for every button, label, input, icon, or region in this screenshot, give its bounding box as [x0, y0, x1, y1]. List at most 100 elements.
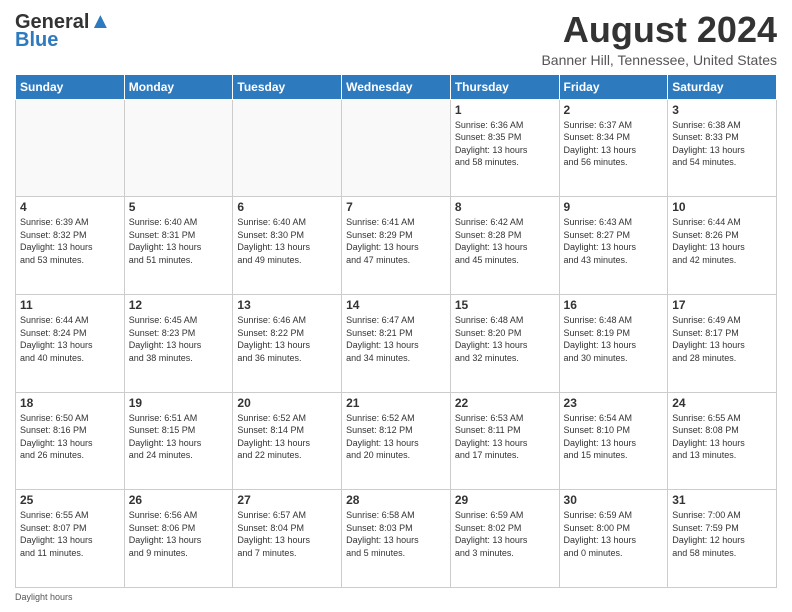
week-row-3: 11Sunrise: 6:44 AM Sunset: 8:24 PM Dayli…: [16, 294, 777, 392]
day-number: 26: [129, 493, 229, 507]
page: General▲ Blue August 2024 Banner Hill, T…: [0, 0, 792, 612]
logo: General▲ Blue: [15, 10, 111, 50]
day-number: 7: [346, 200, 446, 214]
day-info: Sunrise: 6:57 AM Sunset: 8:04 PM Dayligh…: [237, 509, 337, 559]
title-block: August 2024 Banner Hill, Tennessee, Unit…: [541, 10, 777, 68]
location: Banner Hill, Tennessee, United States: [541, 52, 777, 68]
day-number: 14: [346, 298, 446, 312]
day-cell: 20 Sunrise: 6:52 AM Sunset: 8:14 PM Dayli…: [233, 392, 342, 490]
col-header-monday: Monday: [124, 74, 233, 99]
day-number: 4: [20, 200, 120, 214]
day-info: Sunrise: 6:45 AM Sunset: 8:23 PM Dayligh…: [129, 314, 229, 364]
day-cell: [233, 99, 342, 197]
day-cell: [124, 99, 233, 197]
day-cell: [342, 99, 451, 197]
day-info: Sunrise: 6:46 AM Sunset: 8:22 PM Dayligh…: [237, 314, 337, 364]
day-number: 22: [455, 396, 555, 410]
col-header-saturday: Saturday: [668, 74, 777, 99]
day-number: 12: [129, 298, 229, 312]
day-info: Sunrise: 6:47 AM Sunset: 8:21 PM Dayligh…: [346, 314, 446, 364]
day-cell: 30 Sunrise: 6:59 AM Sunset: 8:00 PM Dayli…: [559, 490, 668, 588]
day-number: 5: [129, 200, 229, 214]
day-info: Sunrise: 6:48 AM Sunset: 8:19 PM Dayligh…: [564, 314, 664, 364]
day-cell: 2 Sunrise: 6:37 AM Sunset: 8:34 PM Daylig…: [559, 99, 668, 197]
day-number: 20: [237, 396, 337, 410]
day-cell: 19 Sunrise: 6:51 AM Sunset: 8:15 PM Dayli…: [124, 392, 233, 490]
week-row-2: 4 Sunrise: 6:39 AM Sunset: 8:32 PM Daylig…: [16, 197, 777, 295]
week-row-4: 18 Sunrise: 6:50 AM Sunset: 8:16 PM Dayli…: [16, 392, 777, 490]
day-cell: 21Sunrise: 6:52 AM Sunset: 8:12 PM Dayli…: [342, 392, 451, 490]
day-number: 11: [20, 298, 120, 312]
calendar-header-row: SundayMondayTuesdayWednesdayThursdayFrid…: [16, 74, 777, 99]
day-cell: 13 Sunrise: 6:46 AM Sunset: 8:22 PM Dayli…: [233, 294, 342, 392]
day-info: Sunrise: 6:38 AM Sunset: 8:33 PM Dayligh…: [672, 119, 772, 169]
col-header-sunday: Sunday: [16, 74, 125, 99]
day-cell: 29 Sunrise: 6:59 AM Sunset: 8:02 PM Dayli…: [450, 490, 559, 588]
day-cell: 6Sunrise: 6:40 AM Sunset: 8:30 PM Daylig…: [233, 197, 342, 295]
day-cell: 5 Sunrise: 6:40 AM Sunset: 8:31 PM Daylig…: [124, 197, 233, 295]
day-info: Sunrise: 6:42 AM Sunset: 8:28 PM Dayligh…: [455, 216, 555, 266]
day-info: Sunrise: 6:37 AM Sunset: 8:34 PM Dayligh…: [564, 119, 664, 169]
col-header-friday: Friday: [559, 74, 668, 99]
day-info: Sunrise: 6:55 AM Sunset: 8:07 PM Dayligh…: [20, 509, 120, 559]
footer-note: Daylight hours: [15, 592, 777, 602]
day-info: Sunrise: 6:54 AM Sunset: 8:10 PM Dayligh…: [564, 412, 664, 462]
day-cell: 26 Sunrise: 6:56 AM Sunset: 8:06 PM Dayli…: [124, 490, 233, 588]
col-header-tuesday: Tuesday: [233, 74, 342, 99]
day-cell: 31Sunrise: 7:00 AM Sunset: 7:59 PM Dayli…: [668, 490, 777, 588]
header: General▲ Blue August 2024 Banner Hill, T…: [15, 10, 777, 68]
day-number: 24: [672, 396, 772, 410]
day-number: 8: [455, 200, 555, 214]
day-info: Sunrise: 6:41 AM Sunset: 8:29 PM Dayligh…: [346, 216, 446, 266]
day-number: 2: [564, 103, 664, 117]
col-header-thursday: Thursday: [450, 74, 559, 99]
day-info: Sunrise: 6:43 AM Sunset: 8:27 PM Dayligh…: [564, 216, 664, 266]
day-number: 9: [564, 200, 664, 214]
day-cell: 11Sunrise: 6:44 AM Sunset: 8:24 PM Dayli…: [16, 294, 125, 392]
day-cell: 12 Sunrise: 6:45 AM Sunset: 8:23 PM Dayli…: [124, 294, 233, 392]
day-number: 1: [455, 103, 555, 117]
day-number: 18: [20, 396, 120, 410]
day-cell: 17Sunrise: 6:49 AM Sunset: 8:17 PM Dayli…: [668, 294, 777, 392]
day-info: Sunrise: 6:48 AM Sunset: 8:20 PM Dayligh…: [455, 314, 555, 364]
day-info: Sunrise: 6:40 AM Sunset: 8:30 PM Dayligh…: [237, 216, 337, 266]
day-cell: 22 Sunrise: 6:53 AM Sunset: 8:11 PM Dayli…: [450, 392, 559, 490]
day-cell: 23 Sunrise: 6:54 AM Sunset: 8:10 PM Dayli…: [559, 392, 668, 490]
week-row-1: 1 Sunrise: 6:36 AM Sunset: 8:35 PM Daylig…: [16, 99, 777, 197]
day-info: Sunrise: 6:36 AM Sunset: 8:35 PM Dayligh…: [455, 119, 555, 169]
day-cell: 9 Sunrise: 6:43 AM Sunset: 8:27 PM Daylig…: [559, 197, 668, 295]
day-number: 19: [129, 396, 229, 410]
day-number: 28: [346, 493, 446, 507]
day-number: 30: [564, 493, 664, 507]
logo-bird-icon: ▲: [89, 8, 111, 33]
day-info: Sunrise: 6:53 AM Sunset: 8:11 PM Dayligh…: [455, 412, 555, 462]
day-number: 29: [455, 493, 555, 507]
day-cell: 4 Sunrise: 6:39 AM Sunset: 8:32 PM Daylig…: [16, 197, 125, 295]
day-cell: 16Sunrise: 6:48 AM Sunset: 8:19 PM Dayli…: [559, 294, 668, 392]
day-info: Sunrise: 6:59 AM Sunset: 8:00 PM Dayligh…: [564, 509, 664, 559]
day-info: Sunrise: 6:59 AM Sunset: 8:02 PM Dayligh…: [455, 509, 555, 559]
day-number: 21: [346, 396, 446, 410]
day-info: Sunrise: 6:50 AM Sunset: 8:16 PM Dayligh…: [20, 412, 120, 462]
day-info: Sunrise: 6:40 AM Sunset: 8:31 PM Dayligh…: [129, 216, 229, 266]
day-number: 13: [237, 298, 337, 312]
day-info: Sunrise: 6:55 AM Sunset: 8:08 PM Dayligh…: [672, 412, 772, 462]
day-cell: 18 Sunrise: 6:50 AM Sunset: 8:16 PM Dayli…: [16, 392, 125, 490]
day-number: 23: [564, 396, 664, 410]
day-cell: 15 Sunrise: 6:48 AM Sunset: 8:20 PM Dayli…: [450, 294, 559, 392]
day-cell: 1 Sunrise: 6:36 AM Sunset: 8:35 PM Daylig…: [450, 99, 559, 197]
day-cell: 3 Sunrise: 6:38 AM Sunset: 8:33 PM Daylig…: [668, 99, 777, 197]
day-info: Sunrise: 6:39 AM Sunset: 8:32 PM Dayligh…: [20, 216, 120, 266]
day-number: 15: [455, 298, 555, 312]
day-cell: 27Sunrise: 6:57 AM Sunset: 8:04 PM Dayli…: [233, 490, 342, 588]
day-number: 3: [672, 103, 772, 117]
day-cell: 28Sunrise: 6:58 AM Sunset: 8:03 PM Dayli…: [342, 490, 451, 588]
day-cell: 24 Sunrise: 6:55 AM Sunset: 8:08 PM Dayli…: [668, 392, 777, 490]
day-cell: 10Sunrise: 6:44 AM Sunset: 8:26 PM Dayli…: [668, 197, 777, 295]
day-number: 31: [672, 493, 772, 507]
day-info: Sunrise: 6:56 AM Sunset: 8:06 PM Dayligh…: [129, 509, 229, 559]
day-info: Sunrise: 6:51 AM Sunset: 8:15 PM Dayligh…: [129, 412, 229, 462]
month-year: August 2024: [541, 10, 777, 50]
day-cell: [16, 99, 125, 197]
day-info: Sunrise: 6:52 AM Sunset: 8:14 PM Dayligh…: [237, 412, 337, 462]
